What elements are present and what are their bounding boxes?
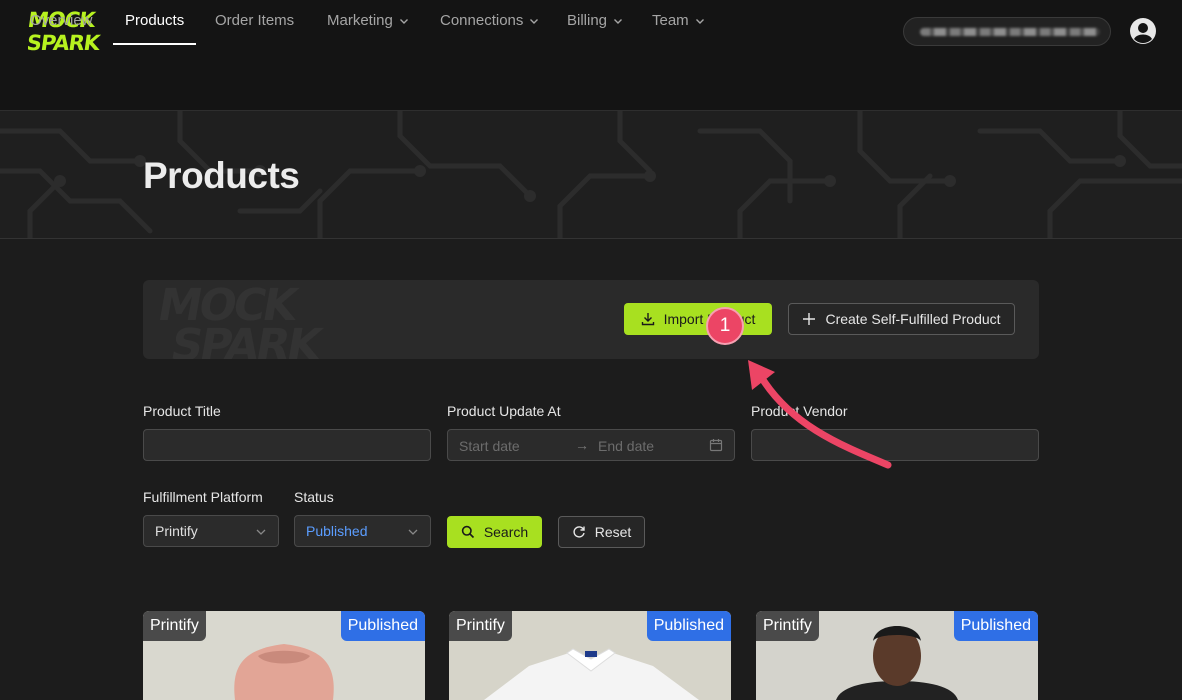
account-switcher[interactable] (903, 17, 1111, 46)
plus-icon (802, 312, 816, 326)
nav-overview[interactable]: Overview (30, 0, 93, 45)
chevron-down-icon (256, 529, 266, 535)
chevron-down-icon (530, 19, 539, 24)
nav-team[interactable]: Team (652, 0, 705, 45)
search-icon (461, 525, 475, 539)
platform-badge: Printify (756, 611, 819, 641)
create-self-fulfilled-product-button[interactable]: Create Self-Fulfilled Product (788, 303, 1015, 335)
fulfillment-platform-select[interactable]: Printify (143, 515, 279, 547)
chevron-down-icon (408, 529, 418, 535)
calendar-icon (709, 438, 723, 455)
product-card[interactable]: Printify Published (449, 611, 731, 700)
status-badge: Published (646, 611, 731, 641)
account-name-redacted (920, 27, 1100, 36)
product-title-input[interactable] (143, 429, 431, 461)
page-hero: Products (0, 111, 1182, 239)
status-badge: Published (340, 611, 425, 641)
user-avatar-icon[interactable] (1129, 17, 1157, 45)
nav-products[interactable]: Products (112, 0, 197, 45)
product-card[interactable]: Printify Published (756, 611, 1038, 700)
page-title: Products (143, 155, 300, 196)
platform-badge: Printify (143, 611, 206, 641)
product-update-at-label: Product Update At (447, 403, 561, 419)
download-icon (641, 312, 655, 326)
fulfillment-platform-label: Fulfillment Platform (143, 489, 263, 505)
product-title-label: Product Title (143, 403, 221, 419)
chevron-down-icon (399, 19, 408, 24)
nav-connections[interactable]: Connections (440, 0, 539, 45)
import-product-button[interactable]: Import Product (624, 303, 772, 335)
search-button[interactable]: Search (447, 516, 542, 548)
reset-button[interactable]: Reset (558, 516, 645, 548)
action-panel: MOCK SPARK Import Product Create Self-Fu… (143, 280, 1039, 359)
end-date-input[interactable]: End date (598, 438, 654, 454)
status-badge: Published (953, 611, 1038, 641)
product-card[interactable]: Printify Published (143, 611, 425, 700)
start-date-input[interactable]: Start date (459, 438, 520, 454)
svg-text:SPARK: SPARK (167, 320, 327, 359)
top-bar: MOCK SPARK Overview Products Order Items… (0, 0, 1182, 111)
platform-badge: Printify (449, 611, 512, 641)
status-select[interactable]: Published (294, 515, 431, 547)
status-label: Status (294, 489, 334, 505)
chevron-down-icon (614, 19, 623, 24)
step-marker: 1 (706, 307, 744, 345)
nav-order-items[interactable]: Order Items (215, 0, 294, 45)
nav-billing[interactable]: Billing (567, 0, 623, 45)
watermark-logo: MOCK SPARK (154, 280, 327, 359)
nav-marketing[interactable]: Marketing (327, 0, 409, 45)
date-range-picker[interactable]: Start date → End date (447, 429, 735, 461)
reload-icon (572, 525, 586, 539)
annotation-arrow-icon (748, 360, 892, 469)
chevron-down-icon (695, 19, 704, 24)
arrow-right-icon: → (575, 437, 589, 453)
